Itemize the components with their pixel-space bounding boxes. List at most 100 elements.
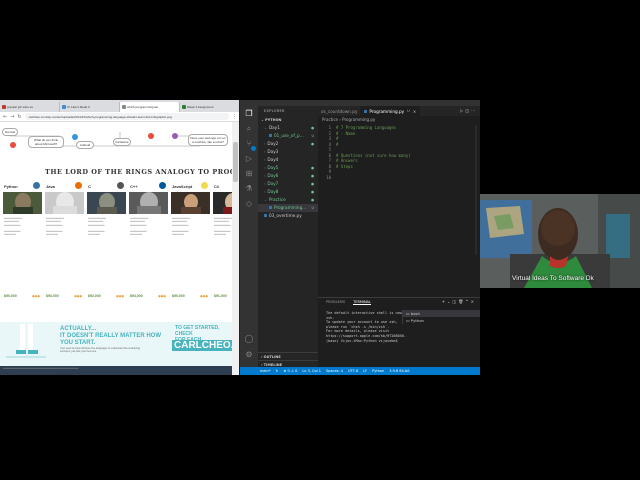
rating-icon: ●●●: [116, 294, 124, 298]
editor-tab[interactable]: os_countdown.py: [318, 106, 362, 116]
browser-tab-active[interactable]: which-programming-lan: [120, 102, 180, 112]
reload-icon[interactable]: ↻: [17, 114, 21, 120]
tree-file[interactable]: 01_use_of_p... U: [258, 132, 318, 140]
tree-label: Day7: [267, 181, 279, 186]
chevron-right-icon: ›: [264, 182, 266, 186]
tree-folder[interactable]: ⌄ Day1 ●: [258, 124, 318, 132]
python-logo-icon: [33, 182, 40, 189]
search-icon[interactable]: ⌕: [244, 124, 254, 134]
tree-label: Day6: [267, 173, 279, 178]
outline-section[interactable]: › OUTLINE: [258, 352, 318, 360]
explorer-title: EXPLORER: [264, 109, 285, 113]
terminal-item-python[interactable]: ▭ Python: [403, 317, 480, 324]
modified-indicator: ●: [310, 198, 314, 202]
run-debug-icon[interactable]: ▷: [244, 154, 254, 164]
code-editor[interactable]: 1 # 7 Programming Languages 2 # - Name 3 # …: [318, 125, 480, 295]
c-logo-icon: [117, 182, 124, 189]
chevron-right-icon: ›: [264, 142, 266, 146]
card-salary: $92,000: [88, 294, 101, 298]
tree-file[interactable]: 03_overtime.py: [258, 212, 318, 220]
breadcrumb[interactable]: Practice › Programming.py: [322, 117, 375, 122]
flow-node: Not fast: [2, 128, 18, 136]
workspace-root[interactable]: ⌄ PYTHON: [258, 116, 318, 124]
terminal-label: bash: [410, 311, 420, 316]
tree-label: Programming...: [274, 205, 307, 210]
modified-indicator: ●: [310, 166, 314, 170]
tree-folder[interactable]: › Day8 ●: [258, 188, 318, 196]
language-card-cpp: C++ ━━━━━━━━━━━━ ━━━━━━━━━━ ━━━━━━━━━━━ ━━━…: [129, 180, 168, 302]
favicon-icon: [2, 105, 6, 109]
tree-folder[interactable]: ⌄ Practice ●: [258, 196, 318, 204]
tree-folder[interactable]: › Day6 ●: [258, 172, 318, 180]
activity-bar: ❐ ⌕ ⑂ ▷ ⊞ ⚗ ◇ ◯ ⚙: [240, 106, 258, 367]
bottom-panel: PROBLEMS TERMINAL +⌄◫🗑^× The default int…: [318, 297, 480, 367]
editor-scrollbar[interactable]: [475, 125, 477, 255]
status-language[interactable]: Python: [372, 369, 384, 373]
tree-folder[interactable]: › Day2 ●: [258, 140, 318, 148]
workspace-root-label: PYTHON: [265, 118, 282, 122]
code-text: #: [336, 141, 339, 147]
menu-icon[interactable]: ⋮: [232, 114, 237, 120]
rating-icon: ●●●: [158, 294, 166, 298]
card-description: ━━━━━━━━━━━━ ━━━━━━━━━━ ━━━━━━━━━━━ ━━━━━━━…: [130, 217, 149, 237]
tree-file-selected[interactable]: Programming... U: [258, 204, 318, 212]
gear-icon[interactable]: ⚙: [244, 350, 254, 360]
terminal-item-bash[interactable]: ▭ bash: [403, 310, 480, 317]
editor-tab-bar: os_countdown.py Programming.py U ×: [318, 106, 480, 116]
untracked-indicator: U: [311, 134, 314, 138]
close-icon[interactable]: ×: [413, 109, 417, 114]
close-icon[interactable]: ×: [471, 299, 476, 304]
browser-tab-label: Week 4 Assignment: [187, 105, 214, 109]
rating-icon: ●●●: [200, 294, 208, 298]
terminal-list: ▭ bash ▭ Python: [402, 310, 480, 324]
panel-actions: +⌄◫🗑^×: [442, 299, 476, 304]
terminal-output[interactable]: The default interactive shell is now zsh…: [326, 311, 406, 343]
tab-terminal[interactable]: TERMINAL: [353, 300, 371, 305]
favicon-icon: [122, 105, 126, 109]
more-icon[interactable]: ⋯: [471, 108, 477, 113]
browser-scrollbar[interactable]: [232, 122, 239, 375]
code-text: # Steps: [336, 163, 353, 169]
tree-label: Day2: [267, 141, 279, 146]
infographic-page[interactable]: Not fast What do you think about Microso…: [0, 122, 233, 375]
card-language: C#: [214, 184, 220, 189]
status-encoding[interactable]: UTF-8: [348, 369, 358, 373]
status-interpreter[interactable]: 3.9.6 64-bit: [389, 369, 409, 373]
extensions-icon[interactable]: ⊞: [244, 169, 254, 179]
editor-tab-active[interactable]: Programming.py U ×: [361, 106, 421, 116]
card-salary: $91,000: [214, 294, 227, 298]
chevron-down-icon: ⌄: [264, 198, 267, 202]
tree-folder[interactable]: › Day7 ●: [258, 180, 318, 188]
python-icon[interactable]: ◇: [244, 199, 254, 209]
card-salary: $90,000: [4, 294, 17, 298]
browser-tab[interactable]: If I Like It Read It: [60, 102, 120, 112]
tree-label: Day4: [267, 157, 279, 162]
status-cursor[interactable]: Ln 3, Col 1: [302, 369, 321, 373]
forward-icon[interactable]: →: [10, 114, 14, 120]
status-indent[interactable]: Spaces: 4: [326, 369, 343, 373]
modified-indicator: ●: [310, 126, 314, 130]
back-icon[interactable]: ←: [3, 114, 7, 120]
chevron-right-icon: ›: [264, 158, 266, 162]
tree-folder[interactable]: › Day5 ●: [258, 164, 318, 172]
sync-icon[interactable]: ↻: [276, 369, 279, 373]
browser-window: popular job sites sa If I Like It Read I…: [0, 100, 240, 375]
tree-folder[interactable]: › Day3: [258, 148, 318, 156]
favicon-icon: [182, 105, 186, 109]
browser-tab[interactable]: Week 4 Assignment: [180, 102, 239, 112]
accounts-icon[interactable]: ◯: [244, 334, 254, 344]
language-card-java: Java ━━━━━━━━━━━━ ━━━━━━━━━━ ━━━━━━━━━━━ ━━…: [45, 180, 84, 302]
testing-icon[interactable]: ⚗: [244, 184, 254, 194]
tab-problems[interactable]: PROBLEMS: [326, 300, 345, 304]
browser-tab[interactable]: popular job sites sa: [0, 102, 60, 112]
card-description: ━━━━━━━━━━━━ ━━━━━━━━━━ ━━━━━━━━━━━ ━━━━━━━…: [214, 217, 233, 237]
card-description: ━━━━━━━━━━━━ ━━━━━━━━━━ ━━━━━━━━━━━ ━━━━━━━…: [46, 217, 65, 237]
explorer-icon[interactable]: ❐: [244, 109, 254, 119]
url-field[interactable]: carlcheo.com/wp-content/uploads/2014/12/…: [24, 113, 229, 120]
chevron-down-icon: ⌄: [264, 126, 267, 130]
scrollbar-thumb[interactable]: [233, 142, 238, 182]
status-branch[interactable]: main*: [260, 369, 271, 373]
status-eol[interactable]: LF: [363, 369, 367, 373]
status-problems[interactable]: ⊗ 0 ⚠ 0: [283, 369, 297, 373]
tree-folder[interactable]: › Day4: [258, 156, 318, 164]
